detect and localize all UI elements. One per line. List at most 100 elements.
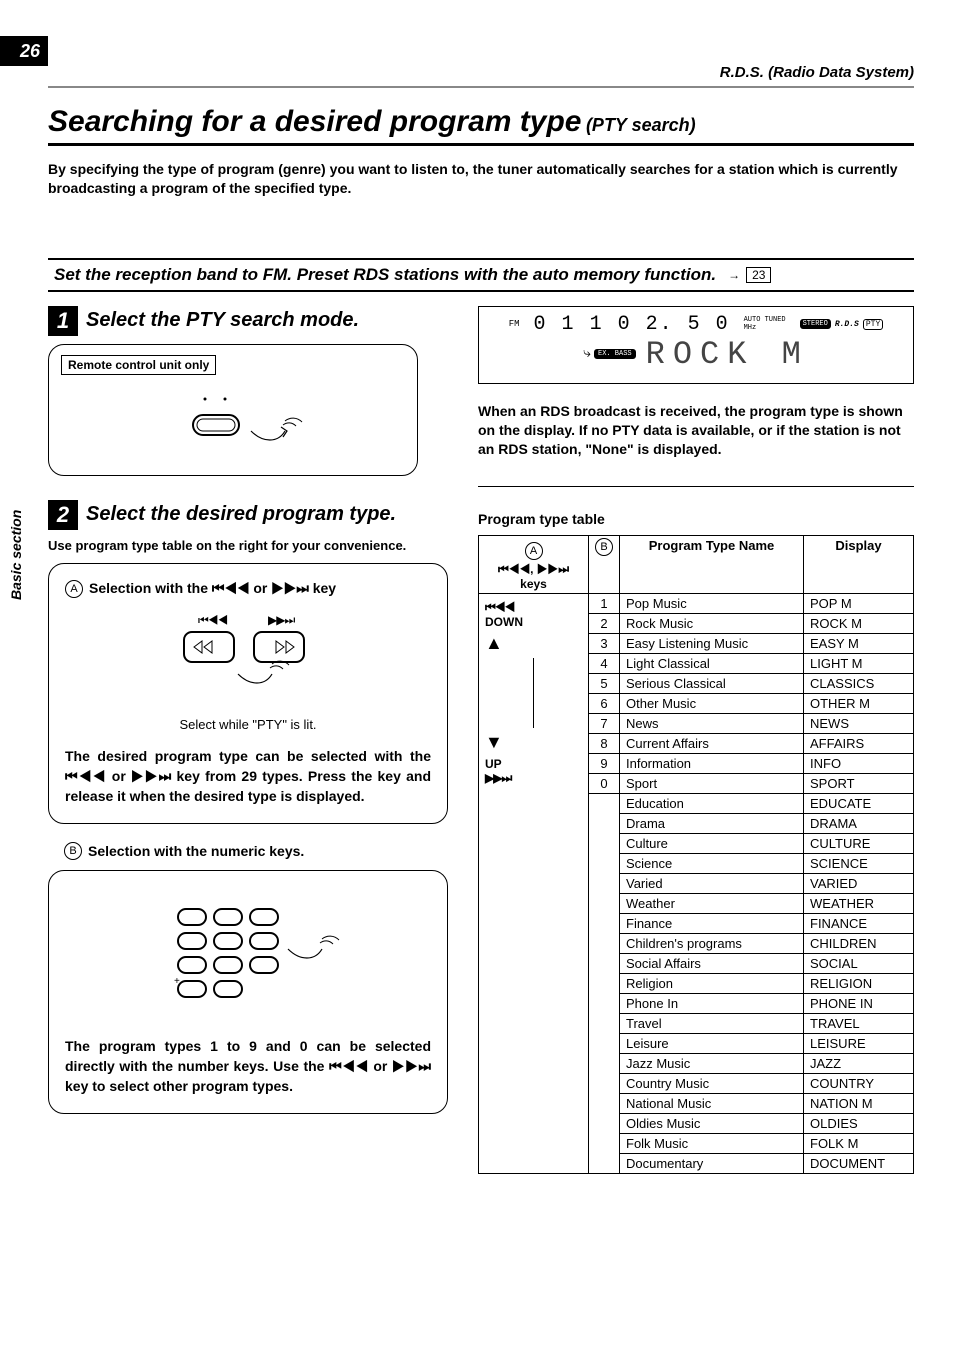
pty-display-cell: EASY M <box>804 634 914 654</box>
pty-name-cell: Science <box>620 854 804 874</box>
pty-table: A ⏮◀◀, ▶▶⏭ keys B Program Type Name Disp… <box>478 535 914 1174</box>
pty-display-cell: DRAMA <box>804 814 914 834</box>
pty-name-cell: Oldies Music <box>620 1114 804 1134</box>
arrow-down-icon: ▼ <box>485 732 582 753</box>
selection-a-illustration: ⏮◀◀ ▶▶⏭ <box>65 610 431 705</box>
circle-a-icon: A <box>65 580 83 598</box>
table-row: ⏮◀◀DOWN▲▼UP▶▶⏭1Pop MusicPOP M <box>479 594 914 614</box>
pty-display-cell: DOCUMENT <box>804 1154 914 1174</box>
step-2-note: Use program type table on the right for … <box>48 538 448 553</box>
display-fm: FM <box>509 319 520 329</box>
step-1-heading: 1 Select the PTY search mode. <box>48 306 448 336</box>
title-sub: (PTY search) <box>586 115 696 135</box>
pty-display-cell: OTHER M <box>804 694 914 714</box>
pty-display-cell: LEISURE <box>804 1034 914 1054</box>
pty-display-cell: CLASSICS <box>804 674 914 694</box>
page-number: 26 <box>0 36 48 66</box>
pty-num-cell: 2 <box>589 614 620 634</box>
pty-th-display: Display <box>804 536 914 594</box>
pty-display-cell: SOCIAL <box>804 954 914 974</box>
pty-name-cell: Children's programs <box>620 934 804 954</box>
pty-display-cell: LIGHT M <box>804 654 914 674</box>
tuner-display-panel: FM 0 1 1 0 2. 5 0 AUTO TUNED MHz STEREO … <box>478 306 914 384</box>
selection-a-caption: Select while "PTY" is lit. <box>65 717 431 732</box>
selection-b-box: + The program types 1 to 9 and 0 can be … <box>48 870 448 1114</box>
remote-illustration <box>61 381 405 461</box>
pty-display-cell: POP M <box>804 594 914 614</box>
pty-display-cell: PHONE IN <box>804 994 914 1014</box>
pty-num-cell: 0 <box>589 774 620 794</box>
pty-display-cell: FINANCE <box>804 914 914 934</box>
display-auto-tuned: AUTO TUNED <box>744 316 786 324</box>
svg-text:+: + <box>174 976 180 987</box>
pty-name-cell: Culture <box>620 834 804 854</box>
page-title: Searching for a desired program type (PT… <box>48 105 914 139</box>
pty-keys-cell: ⏮◀◀DOWN▲▼UP▶▶⏭ <box>479 594 589 1174</box>
pty-num-cell: 3 <box>589 634 620 654</box>
display-pty-text: ROCK M <box>646 336 809 373</box>
step-2-title: Select the desired program type. <box>86 503 396 526</box>
pty-display-cell: NATION M <box>804 1094 914 1114</box>
selection-a-body: The desired program type can be selected… <box>65 746 431 807</box>
display-frequency: 1 0 2. 5 0 <box>590 313 730 336</box>
pty-num-cell: 7 <box>589 714 620 734</box>
pty-name-cell: Light Classical <box>620 654 804 674</box>
side-tab: Basic section <box>8 400 24 600</box>
display-preset: 0 1 <box>534 313 576 336</box>
pty-name-cell: Varied <box>620 874 804 894</box>
pty-name-cell: Folk Music <box>620 1134 804 1154</box>
display-mhz: MHz <box>744 324 757 332</box>
pty-display-cell: ROCK M <box>804 614 914 634</box>
pty-name-cell: National Music <box>620 1094 804 1114</box>
pty-name-cell: Information <box>620 754 804 774</box>
circle-a-header-icon: A <box>525 542 543 560</box>
step-number-2: 2 <box>48 500 78 530</box>
pty-display-cell: COUNTRY <box>804 1074 914 1094</box>
pty-name-cell: Country Music <box>620 1074 804 1094</box>
pty-display-cell: NEWS <box>804 714 914 734</box>
selection-a-head: A Selection with the ⏮◀◀ or ▶▶⏭ key <box>65 580 431 598</box>
circle-b-icon: B <box>64 842 82 860</box>
pty-name-cell: Finance <box>620 914 804 934</box>
rds-display-note: When an RDS broadcast is received, the p… <box>478 402 914 459</box>
step-2-heading: 2 Select the desired program type. <box>48 500 448 530</box>
pty-name-cell: News <box>620 714 804 734</box>
skip-forward-icon: ▶▶⏭ <box>485 771 511 785</box>
svg-text:⏮◀◀: ⏮◀◀ <box>198 613 228 627</box>
pty-display-cell: TRAVEL <box>804 1014 914 1034</box>
selection-a-title: Selection with the ⏮◀◀ or ▶▶⏭ key <box>89 580 336 597</box>
arrow-up-icon: ▲ <box>485 633 582 654</box>
pty-num-cell: 5 <box>589 674 620 694</box>
pty-name-cell: Pop Music <box>620 594 804 614</box>
header-rule <box>48 86 914 88</box>
selection-b-head: B Selection with the numeric keys. <box>64 842 448 860</box>
pty-display-cell: INFO <box>804 754 914 774</box>
display-rds-tag: R.D.S <box>835 320 859 329</box>
pty-name-cell: Religion <box>620 974 804 994</box>
remote-only-label: Remote control unit only <box>61 355 216 375</box>
pty-display-cell: SPORT <box>804 774 914 794</box>
pty-display-cell: SCIENCE <box>804 854 914 874</box>
display-pty-tag: PTY <box>863 319 883 330</box>
display-stereo-tag: STEREO <box>800 319 831 329</box>
pty-name-cell: Documentary <box>620 1154 804 1174</box>
pty-num-cell: 1 <box>589 594 620 614</box>
pty-th-num: B <box>589 536 620 594</box>
pty-num-cell: 9 <box>589 754 620 774</box>
pty-th-name: Program Type Name <box>620 536 804 594</box>
pty-display-cell: CHILDREN <box>804 934 914 954</box>
pty-name-cell: Rock Music <box>620 614 804 634</box>
pty-th-keys: A ⏮◀◀, ▶▶⏭ keys <box>479 536 589 594</box>
step-1-remote-box: Remote control unit only <box>48 344 418 476</box>
pty-display-cell: VARIED <box>804 874 914 894</box>
pty-name-cell: Serious Classical <box>620 674 804 694</box>
keys-down-label: DOWN <box>485 615 523 629</box>
pty-name-cell: Drama <box>620 814 804 834</box>
pty-name-cell: Travel <box>620 1014 804 1034</box>
display-exbass-icon: ⤷ EX. BASS <box>583 346 635 362</box>
circle-b-header-icon: B <box>595 538 613 556</box>
pty-display-cell: AFFAIRS <box>804 734 914 754</box>
skip-back-icon: ⏮◀◀ <box>485 600 514 614</box>
pty-name-cell: Leisure <box>620 1034 804 1054</box>
pty-display-cell: WEATHER <box>804 894 914 914</box>
